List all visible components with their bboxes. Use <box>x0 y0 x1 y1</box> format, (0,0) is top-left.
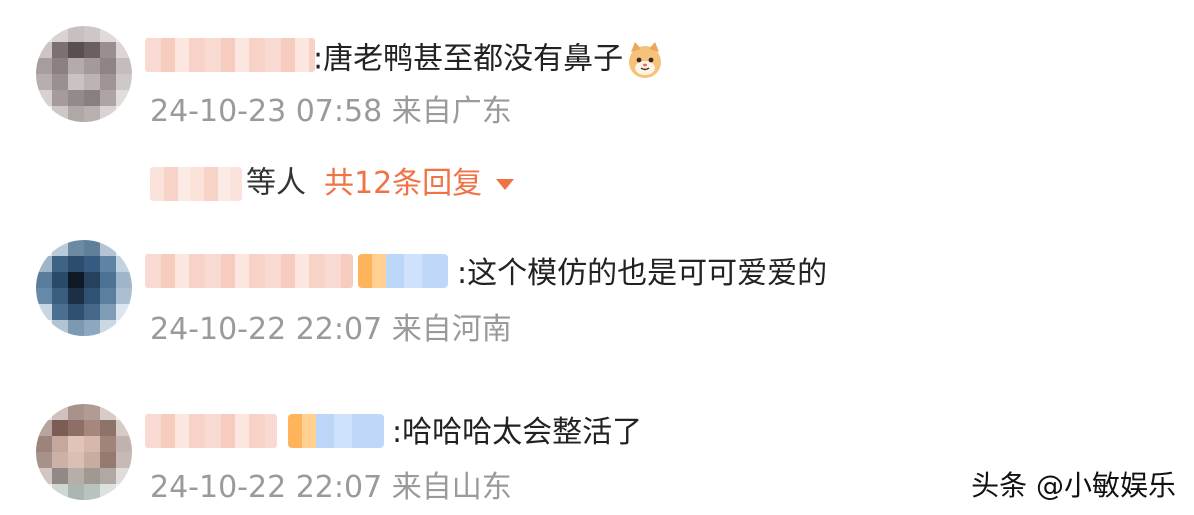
comment-text: :哈哈哈太会整活了 <box>392 415 643 450</box>
comment-meta: 24-10-22 22:07 来自河南 <box>150 312 512 347</box>
avatar[interactable] <box>36 404 132 500</box>
view-replies-label[interactable]: 共12条回复 <box>324 166 482 201</box>
cat-face-icon <box>625 40 665 80</box>
view-replies-link[interactable]: 共12条回复 <box>324 166 515 201</box>
comment-meta: 24-10-23 07:58 来自广东 <box>150 94 512 129</box>
reply-suffix: 等人 <box>246 165 306 201</box>
reply-username-redacted[interactable] <box>150 166 242 201</box>
comment-text: :唐老鸭甚至都没有鼻子 <box>313 41 624 77</box>
comment-meta: 24-10-22 22:07 来自山东 <box>150 470 512 505</box>
avatar[interactable] <box>36 26 132 122</box>
username-redacted[interactable] <box>145 414 277 448</box>
caret-down-icon[interactable] <box>496 178 515 190</box>
user-badge-redacted <box>358 254 448 288</box>
user-badge-redacted <box>288 414 384 448</box>
comment-body: :唐老鸭甚至都没有鼻子 <box>313 40 665 80</box>
avatar[interactable] <box>36 240 132 336</box>
comment-list: :唐老鸭甚至都没有鼻子 24-10-23 07:58 来自广东 等人 共12条回复 <box>0 0 1194 515</box>
username-redacted[interactable] <box>145 38 315 72</box>
watermark: 头条 @小敏娱乐 <box>971 469 1176 502</box>
username-redacted[interactable] <box>145 254 353 288</box>
comment-text: :这个模仿的也是可可爱爱的 <box>457 256 828 291</box>
reply-summary: 等人 共12条回复 <box>150 163 515 203</box>
